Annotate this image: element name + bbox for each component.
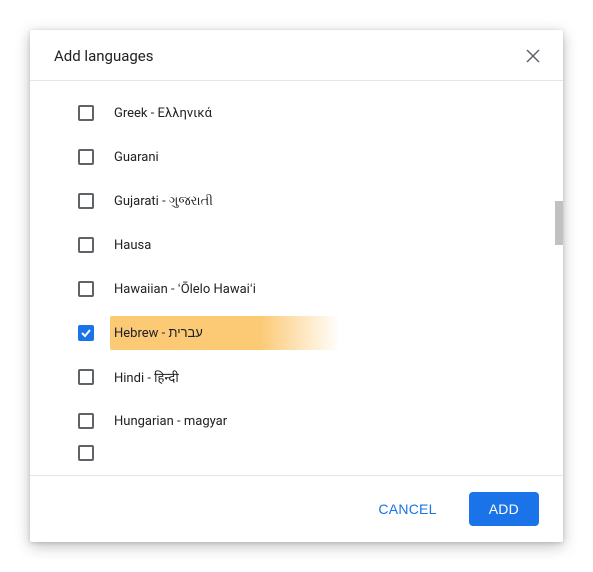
- language-item-hindi[interactable]: Hindi - हिन्दी: [30, 355, 563, 399]
- language-item-greek[interactable]: Greek - Ελληνικά: [30, 91, 563, 135]
- checkbox-greek[interactable]: [78, 105, 94, 121]
- dialog-header: Add languages: [30, 30, 563, 81]
- language-item-hausa[interactable]: Hausa: [30, 223, 563, 267]
- checkbox-guarani[interactable]: [78, 149, 94, 165]
- add-languages-dialog: Add languages Greek - Ελληνικά Guarani Guj…: [30, 30, 563, 542]
- cancel-button[interactable]: CANCEL: [358, 492, 456, 526]
- language-label: Hindi - हिन्दी: [114, 368, 179, 386]
- scroll-thumb[interactable]: [555, 201, 563, 245]
- checkbox-hausa[interactable]: [78, 237, 94, 253]
- language-item-hebrew[interactable]: Hebrew - עברית: [30, 311, 563, 355]
- close-button[interactable]: [523, 46, 543, 66]
- checkbox-hawaiian[interactable]: [78, 281, 94, 297]
- language-label: Guarani: [114, 150, 159, 165]
- checkbox-hungarian[interactable]: [78, 413, 94, 429]
- dialog-title: Add languages: [54, 47, 154, 65]
- language-label: Hebrew - עברית: [114, 325, 203, 341]
- checkbox-hebrew[interactable]: [78, 325, 94, 341]
- language-item-gujarati[interactable]: Gujarati - ગુજરાતી: [30, 179, 563, 223]
- close-icon: [526, 49, 540, 63]
- dialog-footer: CANCEL ADD: [30, 475, 563, 542]
- scrollbar[interactable]: [555, 81, 563, 475]
- languages-list[interactable]: Greek - Ελληνικά Guarani Gujarati - ગુજરાત…: [30, 81, 563, 475]
- language-label: Hawaiian - ʻŌlelo Hawaiʻi: [114, 281, 256, 297]
- language-label: Greek - Ελληνικά: [114, 106, 212, 121]
- language-label: Hausa: [114, 238, 151, 253]
- language-label: Gujarati - ગુજરાતી: [114, 194, 213, 209]
- checkbox-hindi[interactable]: [78, 369, 94, 385]
- checkbox-gujarati[interactable]: [78, 193, 94, 209]
- language-item-guarani[interactable]: Guarani: [30, 135, 563, 179]
- language-item-partial[interactable]: [30, 443, 563, 463]
- dialog-body: Greek - Ελληνικά Guarani Gujarati - ગુજરાત…: [30, 81, 563, 475]
- language-item-hawaiian[interactable]: Hawaiian - ʻŌlelo Hawaiʻi: [30, 267, 563, 311]
- checkbox-partial[interactable]: [78, 445, 94, 461]
- language-label: Hungarian - magyar: [114, 414, 227, 429]
- add-button[interactable]: ADD: [469, 492, 539, 526]
- language-item-hungarian[interactable]: Hungarian - magyar: [30, 399, 563, 443]
